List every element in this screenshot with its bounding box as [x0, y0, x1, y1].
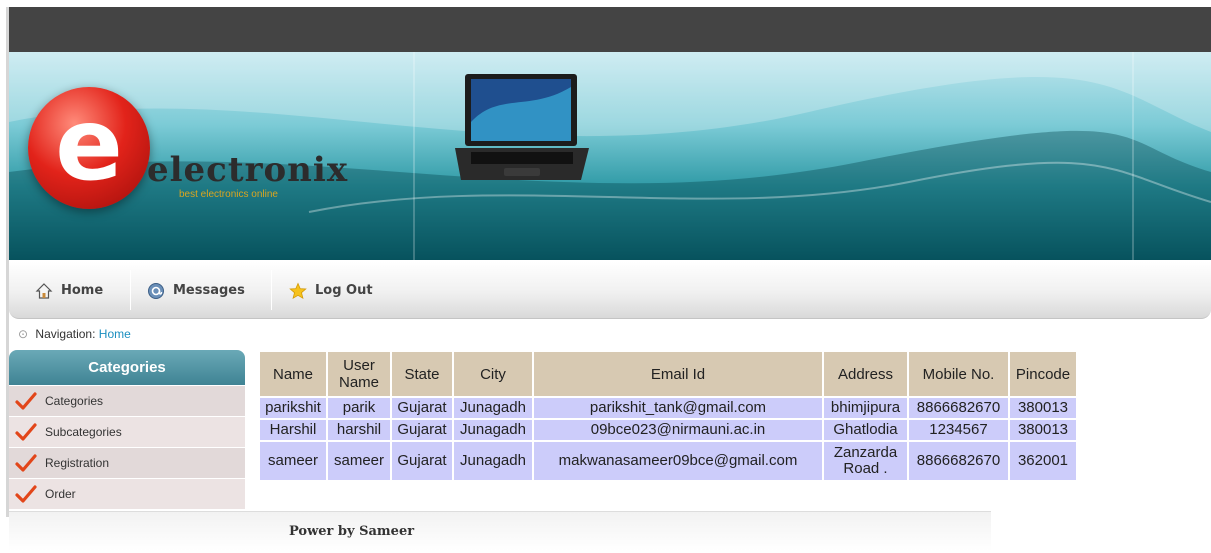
cell-mobile: 8866682670: [909, 398, 1008, 418]
column-header-email: Email Id: [534, 352, 822, 396]
brand-name: electronix: [147, 150, 349, 190]
cell-name: parikshit: [260, 398, 326, 418]
column-header-name: Name: [260, 352, 326, 396]
categories-sidebar: Categories Categories Subcategories Regi…: [9, 350, 245, 509]
checkmark-icon: [15, 392, 37, 410]
cell-pincode: 380013: [1010, 420, 1076, 440]
nav-separator: [271, 270, 272, 310]
column-header-city: City: [454, 352, 532, 396]
cell-state: Gujarat: [392, 398, 452, 418]
table-row: Harshil harshil Gujarat Junagadh 09bce02…: [260, 420, 1076, 440]
cell-email: 09bce023@nirmauni.ac.in: [534, 420, 822, 440]
cell-user-name: harshil: [328, 420, 390, 440]
nav-messages[interactable]: Messages: [147, 262, 245, 319]
column-header-pincode: Pincode: [1010, 352, 1076, 396]
sidebar-item-subcategories[interactable]: Subcategories: [9, 416, 245, 447]
cell-state: Gujarat: [392, 420, 452, 440]
column-header-address: Address: [824, 352, 907, 396]
nav-home-label: Home: [61, 283, 104, 298]
sidebar-item-categories[interactable]: Categories: [9, 385, 245, 416]
laptop-image: [455, 74, 589, 180]
sidebar-item-label: Order: [45, 487, 76, 501]
brand-tagline: best electronics online: [179, 189, 278, 200]
nav-messages-label: Messages: [173, 283, 245, 298]
home-icon: [35, 282, 53, 299]
cell-email: parikshit_tank@gmail.com: [534, 398, 822, 418]
cell-address: bhimjipura: [824, 398, 907, 418]
checkmark-icon: [15, 423, 37, 441]
sidebar-item-order[interactable]: Order: [9, 478, 245, 509]
breadcrumb: ⊙ Navigation: Home: [18, 327, 131, 341]
messages-icon: [148, 282, 164, 299]
cell-city: Junagadh: [454, 420, 532, 440]
cell-mobile: 1234567: [909, 420, 1008, 440]
breadcrumb-home-link[interactable]: Home: [99, 327, 131, 341]
column-header-state: State: [392, 352, 452, 396]
cell-user-name: parik: [328, 398, 390, 418]
breadcrumb-label: Navigation:: [35, 327, 96, 341]
table-header-row: Name User Name State City Email Id Addre…: [260, 352, 1076, 396]
cell-pincode: 362001: [1010, 442, 1076, 480]
nav-home[interactable]: Home: [35, 262, 103, 319]
nav-logout[interactable]: Log Out: [289, 262, 373, 319]
sidebar-title: Categories: [9, 350, 245, 385]
cell-state: Gujarat: [392, 442, 452, 480]
sidebar-item-label: Subcategories: [45, 425, 122, 439]
top-bar: [9, 7, 1211, 52]
cell-mobile: 8866682670: [909, 442, 1008, 480]
main-navigation: Home Messages Log Out: [9, 262, 1211, 319]
nav-separator: [130, 270, 131, 310]
cell-name: Harshil: [260, 420, 326, 440]
cell-email: makwanasameer09bce@gmail.com: [534, 442, 822, 480]
cell-city: Junagadh: [454, 398, 532, 418]
cell-name: sameer: [260, 442, 326, 480]
table-row: sameer sameer Gujarat Junagadh makwanasa…: [260, 442, 1076, 480]
sidebar-item-registration[interactable]: Registration: [9, 447, 245, 478]
column-header-mobile: Mobile No.: [909, 352, 1008, 396]
footer: Power by Sameer: [9, 511, 991, 551]
table-row: parikshit parik Gujarat Junagadh pariksh…: [260, 398, 1076, 418]
cell-address: Zanzarda Road .: [824, 442, 907, 480]
checkmark-icon: [15, 485, 37, 503]
nav-logout-label: Log Out: [315, 283, 373, 298]
cell-pincode: 380013: [1010, 398, 1076, 418]
sidebar-item-label: Categories: [45, 394, 104, 408]
sidebar-item-label: Registration: [45, 456, 110, 470]
cell-address: Ghatlodia: [824, 420, 907, 440]
header-banner: e electronix best electronics online: [9, 52, 1211, 260]
star-icon: [289, 281, 307, 299]
users-table: Name User Name State City Email Id Addre…: [258, 350, 1078, 482]
cell-user-name: sameer: [328, 442, 390, 480]
cell-city: Junagadh: [454, 442, 532, 480]
breadcrumb-bullet-icon: ⊙: [18, 327, 29, 341]
column-header-user-name: User Name: [328, 352, 390, 396]
logo-letter: e: [55, 86, 123, 203]
footer-text: Power by Sameer: [289, 524, 415, 539]
checkmark-icon: [15, 454, 37, 472]
